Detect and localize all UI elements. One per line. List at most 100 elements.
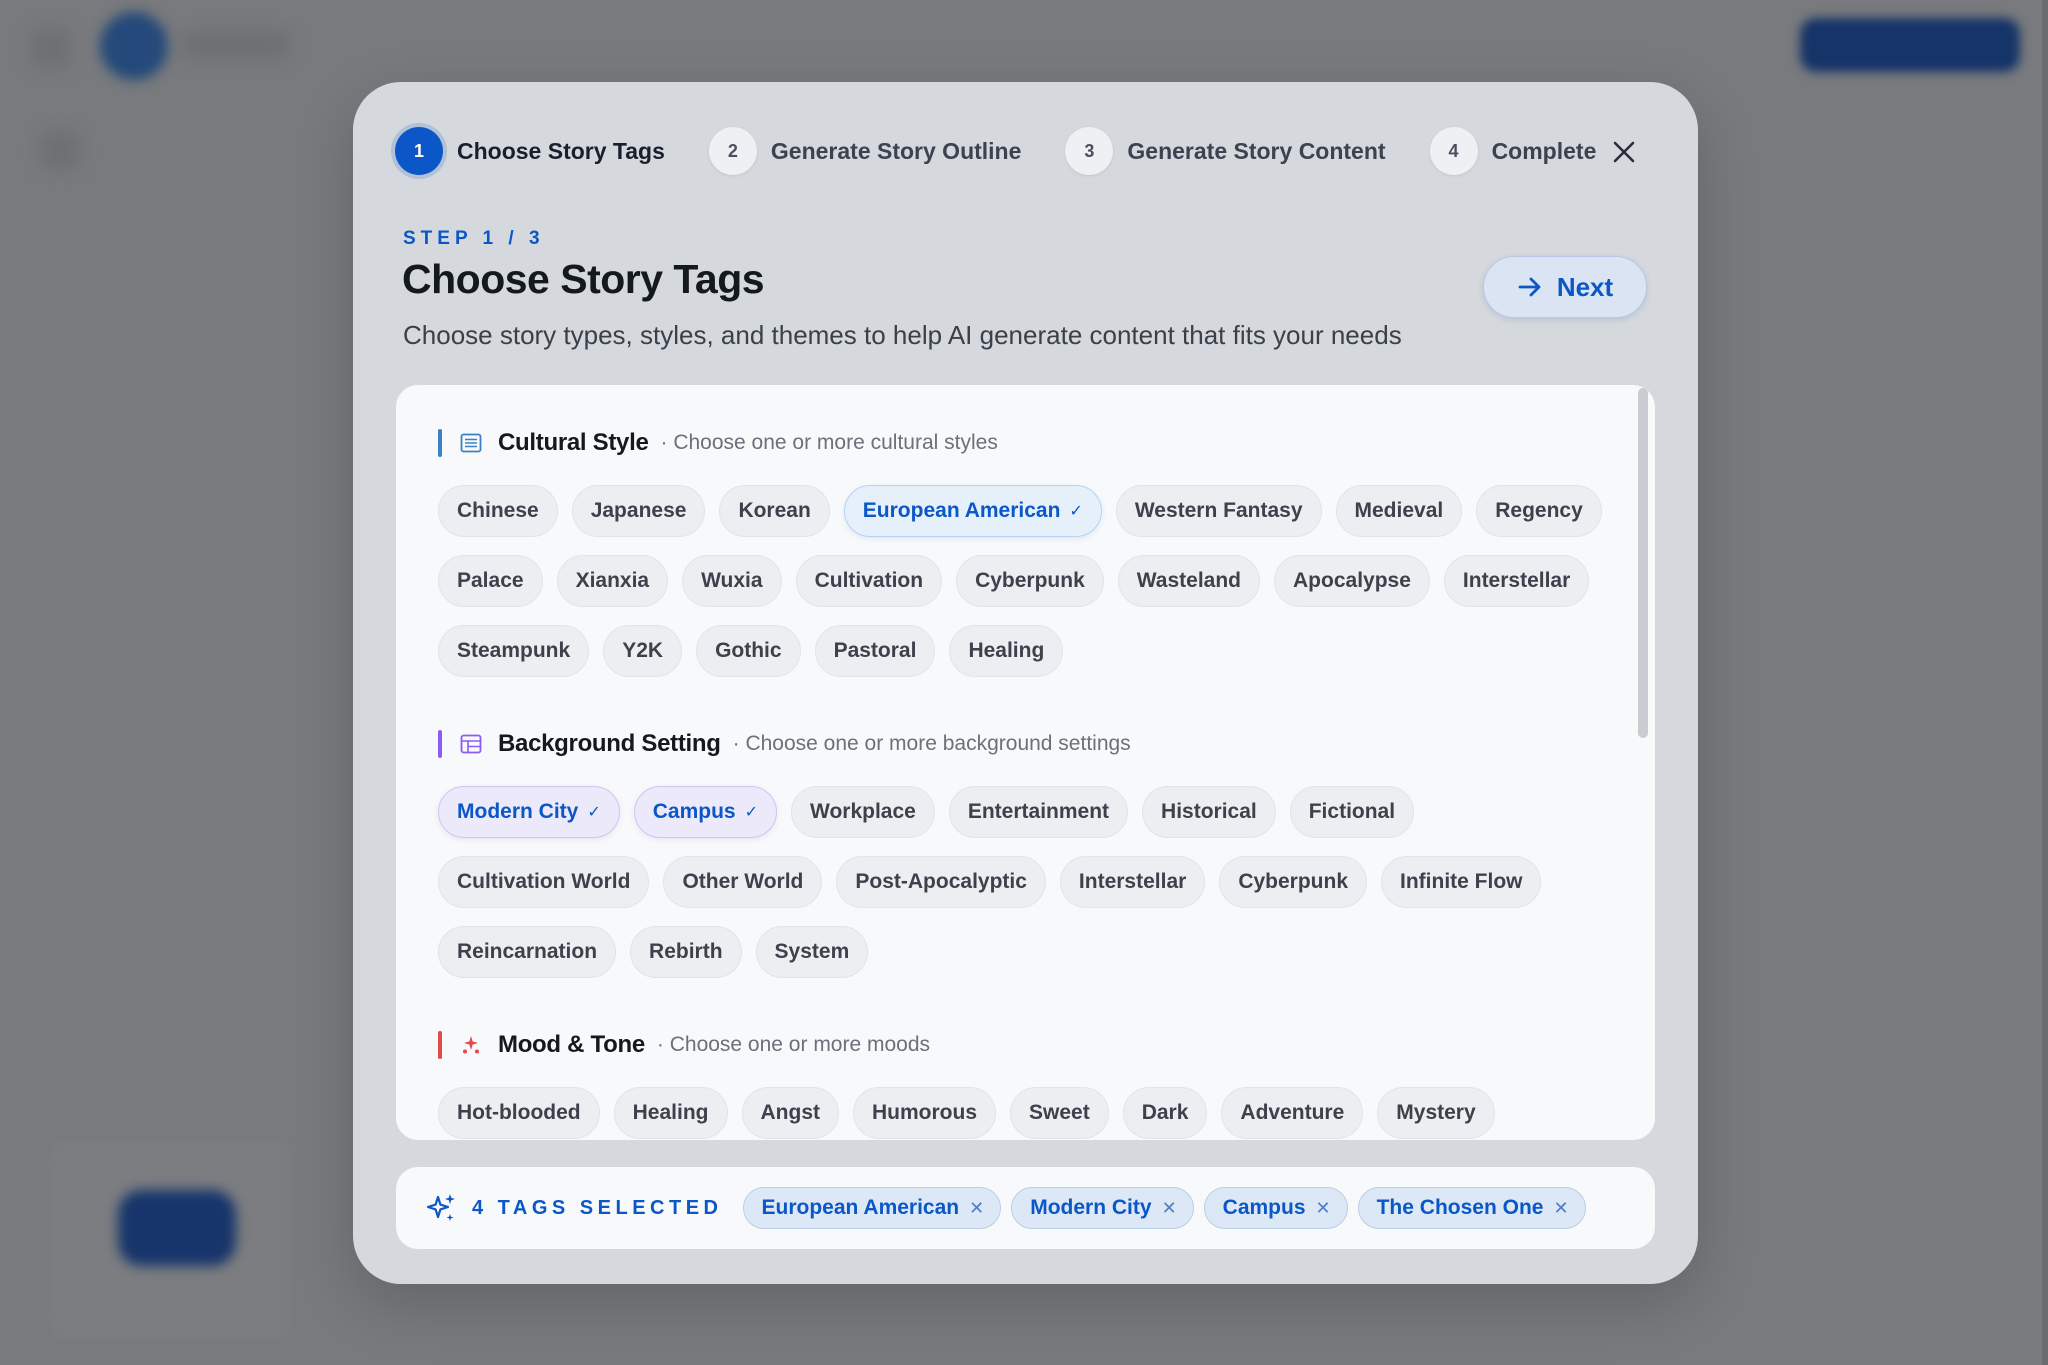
tag-chip-palace[interactable]: Palace [438,555,543,607]
section-hint: · Choose one or more background settings [732,732,1131,755]
tag-label: Wasteland [1136,569,1242,592]
tag-chip-historical[interactable]: Historical [1142,786,1276,838]
tag-chip-regency[interactable]: Regency [1476,485,1602,537]
selected-tag-the-chosen-one[interactable]: The Chosen One ✕ [1357,1187,1586,1229]
tag-chip-healing[interactable]: Healing [949,625,1064,677]
tag-chip-hot-blooded[interactable]: Hot-blooded [438,1087,600,1139]
step-3[interactable]: 3 Generate Story Content [1065,127,1386,175]
section-cultural-style: Cultural Style · Choose one or more cult… [438,425,1602,695]
selected-tag-campus[interactable]: Campus ✕ [1203,1187,1348,1229]
tag-chip-reincarnation[interactable]: Reincarnation [438,926,617,978]
step-label: Complete [1491,137,1597,164]
tag-label: Hot-blooded [457,1101,581,1124]
tag-chip-other-world[interactable]: Other World [663,856,823,908]
tag-chip-chinese[interactable]: Chinese [438,485,558,537]
step-1[interactable]: 1 Choose Story Tags [395,127,665,175]
tag-label: Dark [1141,1101,1189,1124]
section-accent-bar [438,730,442,758]
remove-tag-icon[interactable]: ✕ [1553,1198,1568,1219]
check-icon: ✓ [587,804,601,821]
tag-chip-sweet[interactable]: Sweet [1010,1087,1109,1139]
tag-chip-system[interactable]: System [755,926,869,978]
tag-chip-korean[interactable]: Korean [719,485,830,537]
tag-chip-cyberpunk[interactable]: Cyberpunk [1219,856,1367,908]
tag-chip-cultivation-world[interactable]: Cultivation World [438,856,650,908]
section-accent-bar [438,1031,442,1059]
tag-label: Fictional [1308,800,1396,823]
section-hint: · Choose one or more moods [656,1033,931,1056]
section-header: Mood & Tone · Choose one or more moods [438,1027,1598,1063]
tag-chip-cyberpunk[interactable]: Cyberpunk [956,555,1104,607]
tag-label: Healing [968,639,1045,662]
tag-label: Cyberpunk [1238,870,1348,893]
tag-label: Mystery [1396,1101,1476,1124]
tag-chip-y2k[interactable]: Y2K [603,625,683,677]
tag-chip-post-apocalyptic[interactable]: Post-Apocalyptic [836,856,1046,908]
background-edge [2042,0,2048,1365]
tag-chip-japanese[interactable]: Japanese [571,485,706,537]
tag-chip-healing[interactable]: Healing [613,1087,728,1139]
tag-chip-cultivation[interactable]: Cultivation [795,555,943,607]
section-accent-bar [438,429,442,457]
remove-tag-icon[interactable]: ✕ [1162,1198,1177,1219]
tag-label: European American [862,499,1061,522]
tag-chip-infinite-flow[interactable]: Infinite Flow [1381,856,1542,908]
tag-chip-pastoral[interactable]: Pastoral [814,625,936,677]
tag-chip-modern-city[interactable]: Modern City ✓ [438,786,620,838]
check-icon: ✓ [1069,503,1083,520]
tag-chip-steampunk[interactable]: Steampunk [438,625,590,677]
tag-chip-rebirth[interactable]: Rebirth [630,926,742,978]
wizard-stepper: 1 Choose Story Tags 2 Generate Story Out… [395,125,1640,177]
tag-label: Western Fantasy [1134,499,1303,522]
next-button[interactable]: Next [1483,256,1647,318]
step-label: Generate Story Outline [770,137,1022,164]
tag-label: Modern City [457,800,579,823]
tag-chip-medieval[interactable]: Medieval [1335,485,1463,537]
tag-selection-card[interactable]: Cultural Style · Choose one or more cult… [396,385,1655,1140]
tag-label: Gothic [715,639,782,662]
tag-chip-adventure[interactable]: Adventure [1221,1087,1364,1139]
tag-chip-interstellar[interactable]: Interstellar [1059,856,1206,908]
close-button[interactable] [1604,132,1644,172]
remove-tag-icon[interactable]: ✕ [969,1198,984,1219]
tag-label: Other World [682,870,804,893]
tag-chip-campus[interactable]: Campus ✓ [633,786,778,838]
next-label: Next [1556,271,1614,302]
tag-chip-western-fantasy[interactable]: Western Fantasy [1115,485,1322,537]
tag-chip-wasteland[interactable]: Wasteland [1117,555,1261,607]
section-title: Mood & Tone [498,1031,645,1058]
remove-tag-icon[interactable]: ✕ [1316,1198,1331,1219]
tag-label: Cultivation World [457,870,631,893]
tag-label: Angst [760,1101,821,1124]
background-brand-text [180,30,290,60]
step-4[interactable]: 4 Complete [1429,127,1597,175]
section-header: Background Setting · Choose one or more … [438,726,1598,762]
step-2[interactable]: 2 Generate Story Outline [708,127,1022,175]
tag-chip-entertainment[interactable]: Entertainment [948,786,1129,838]
tag-label: Palace [457,569,524,592]
scrollbar-thumb[interactable] [1638,388,1648,738]
tag-label: Korean [738,499,811,522]
selected-tag-european-american[interactable]: European American ✕ [742,1187,1002,1229]
table-icon [458,731,484,757]
tag-chip-fictional[interactable]: Fictional [1289,786,1415,838]
tag-chip-workplace[interactable]: Workplace [791,786,935,838]
tag-chip-xianxia[interactable]: Xianxia [556,555,669,607]
tag-label: Apocalypse [1293,569,1411,592]
selected-tag-label: European American [761,1196,960,1219]
tag-list: Modern City ✓ Campus ✓ Workplace Entertain… [438,786,1618,996]
tag-label: Steampunk [457,639,571,662]
section-hint: · Choose one or more cultural styles [660,431,998,454]
tag-list: Hot-blooded Healing Angst Humorous Sweet… [438,1087,1618,1140]
tag-chip-dark[interactable]: Dark [1122,1087,1208,1139]
tag-chip-wuxia[interactable]: Wuxia [682,555,782,607]
tag-chip-apocalypse[interactable]: Apocalypse [1274,555,1430,607]
step-label: Generate Story Content [1127,137,1386,164]
tag-chip-european-american[interactable]: European American ✓ [843,485,1102,537]
selected-tag-modern-city[interactable]: Modern City ✕ [1011,1187,1194,1229]
tag-chip-gothic[interactable]: Gothic [696,625,801,677]
tag-chip-angst[interactable]: Angst [741,1087,839,1139]
tag-chip-interstellar[interactable]: Interstellar [1443,555,1590,607]
tag-chip-humorous[interactable]: Humorous [853,1087,996,1139]
tag-chip-mystery[interactable]: Mystery [1377,1087,1495,1139]
